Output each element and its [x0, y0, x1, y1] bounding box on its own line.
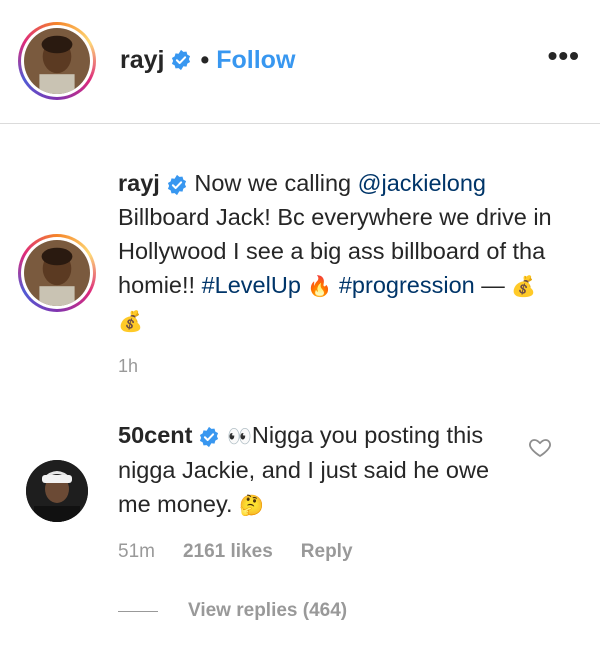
header-user: rayj • Follow [120, 44, 295, 76]
comment-username[interactable]: 50cent [118, 422, 192, 448]
profile-photo [26, 460, 88, 522]
comment-avatar[interactable] [26, 460, 88, 522]
separator-dot: • [200, 46, 210, 74]
post-header: rayj • Follow ••• [0, 0, 600, 124]
view-replies-label: View replies (464) [188, 600, 348, 621]
profile-photo [24, 240, 90, 306]
caption-body-1: Now we calling [187, 170, 358, 196]
follow-button[interactable]: Follow [216, 44, 295, 76]
more-options-icon[interactable]: ••• [548, 42, 580, 70]
divider-line [118, 610, 158, 612]
caption-timestamp[interactable]: 1h [118, 356, 138, 377]
hashtag-link[interactable]: #progression [339, 272, 475, 298]
view-replies-button[interactable]: View replies (464) [118, 600, 347, 622]
avatar[interactable] [18, 22, 96, 100]
caption-dash: — [474, 272, 512, 298]
caption-avatar[interactable] [18, 234, 96, 312]
comment-text: 50cent 👀Nigga you posting this nigga Jac… [118, 418, 518, 522]
comment-timestamp[interactable]: 51m [118, 541, 155, 563]
hashtag-link[interactable]: #LevelUp [202, 272, 301, 298]
fire-emoji-icon: 🔥 [307, 274, 333, 298]
mention-link[interactable]: @jackielong [358, 170, 486, 196]
comment-likes[interactable]: 2161 likes [183, 541, 273, 563]
verified-badge-icon [172, 49, 191, 71]
comment-meta: 51m 2161 likes Reply [118, 541, 381, 563]
eyes-emoji-icon: 👀 [227, 424, 252, 448]
caption-text: rayj Now we calling @jackielong Billboar… [118, 166, 558, 338]
like-heart-icon[interactable] [528, 435, 552, 459]
profile-photo [24, 28, 90, 94]
caption-username[interactable]: rayj [118, 170, 160, 196]
verified-badge-icon [167, 174, 186, 195]
username[interactable]: rayj [120, 44, 164, 76]
verified-badge-icon [200, 426, 219, 447]
thinking-emoji-icon: 🤔 [239, 493, 264, 517]
reply-button[interactable]: Reply [301, 541, 353, 563]
